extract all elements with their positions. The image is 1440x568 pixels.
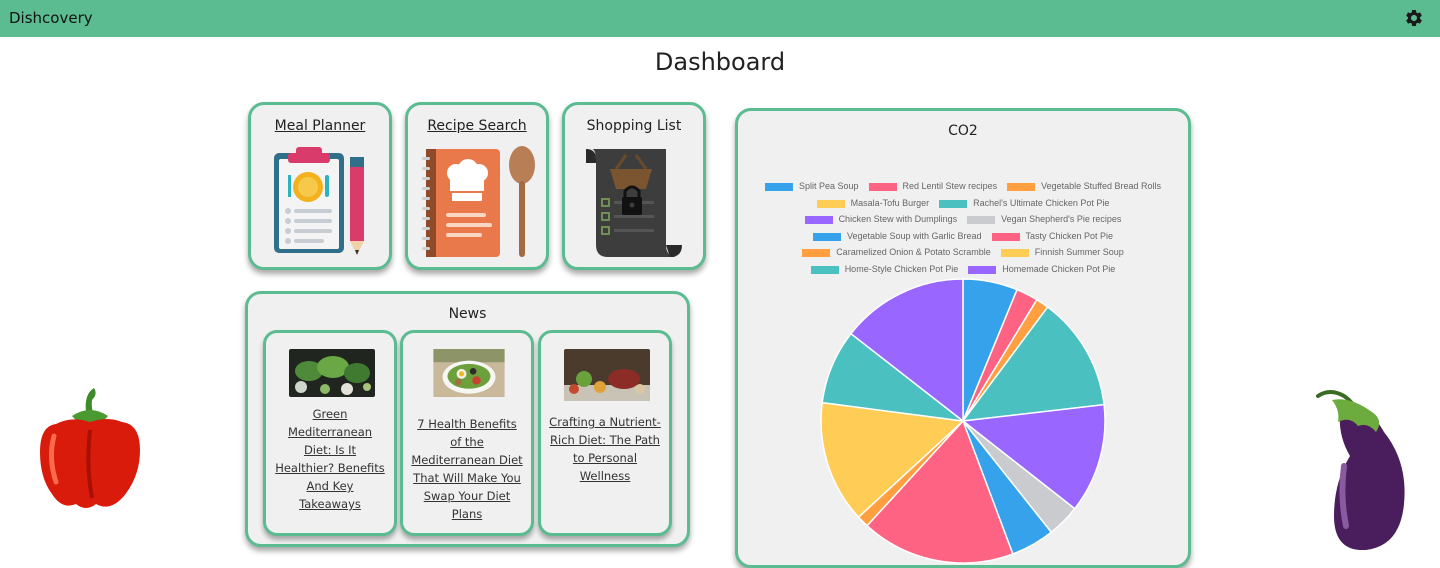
news-panel: News Green Mediterranean Diet: Is It Hea… — [245, 291, 690, 547]
clipboard-icon — [274, 147, 364, 255]
news-item-3[interactable]: Crafting a Nutrient-Rich Diet: The Path … — [538, 330, 672, 536]
news-item-2[interactable]: 7 Health Benefits of the Mediterranean D… — [400, 330, 534, 536]
salad-image — [433, 349, 505, 397]
top-bar: Dishcovery — [0, 0, 1440, 37]
co2-pie-chart — [820, 278, 1106, 564]
page-title: Dashboard — [654, 48, 786, 76]
locked-list-icon — [586, 149, 682, 257]
greens-image — [289, 349, 375, 397]
news-item-1[interactable]: Green Mediterranean Diet: Is It Healthie… — [263, 330, 397, 536]
recipe-search-link[interactable]: Recipe Search — [408, 118, 546, 134]
co2-chart-panel: CO2 Split Pea Soup Red Lentil Stew recipe… — [735, 108, 1191, 568]
meal-planner-tile[interactable]: Meal Planner — [248, 102, 392, 270]
news-item-2-title[interactable]: 7 Health Benefits of the Mediterranean D… — [411, 415, 523, 523]
recipe-search-tile[interactable]: Recipe Search — [405, 102, 549, 270]
meal-planner-link[interactable]: Meal Planner — [251, 118, 389, 134]
food-spread-image — [564, 349, 650, 401]
bell-pepper-icon — [40, 388, 140, 508]
gear-icon[interactable] — [1404, 8, 1424, 28]
news-item-1-title[interactable]: Green Mediterranean Diet: Is It Healthie… — [274, 405, 386, 513]
eggplant-icon — [1316, 390, 1405, 550]
brand-name[interactable]: Dishcovery — [9, 9, 93, 27]
cookbook-icon — [422, 146, 535, 257]
shopping-list-label: Shopping List — [586, 118, 682, 134]
news-title: News — [448, 306, 487, 322]
news-item-3-title[interactable]: Crafting a Nutrient-Rich Diet: The Path … — [549, 413, 661, 485]
shopping-list-tile[interactable]: Shopping List — [562, 102, 706, 270]
